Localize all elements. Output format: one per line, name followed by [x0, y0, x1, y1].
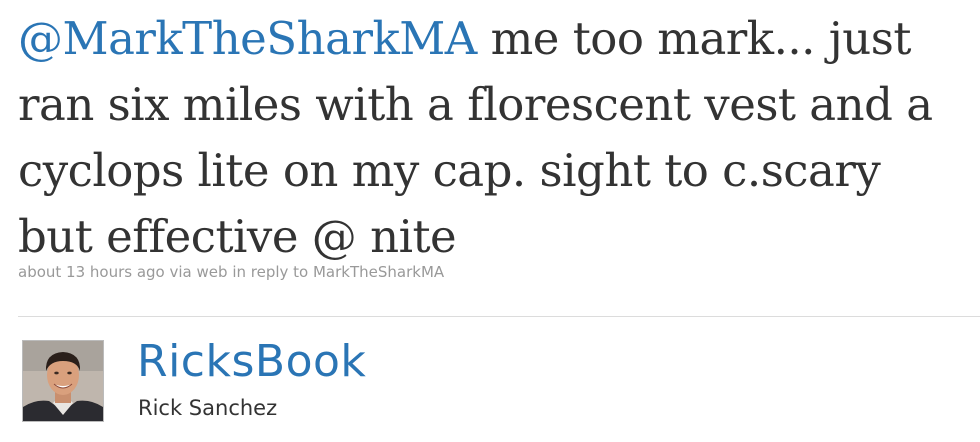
source-link[interactable]: web	[197, 263, 228, 281]
tweet-meta: about 13 hours ago via web in reply to M…	[18, 263, 444, 281]
screen-name-link[interactable]: RicksBook	[137, 336, 366, 387]
profile-photo-icon	[23, 341, 103, 421]
divider	[18, 316, 980, 317]
full-name: Rick Sanchez	[138, 396, 278, 420]
via-label: via	[164, 263, 197, 281]
reply-to-link[interactable]: MarkTheSharkMA	[313, 263, 444, 281]
tweet-text: @MarkTheSharkMA me too mark... just ran …	[18, 0, 938, 270]
reply-label: in reply to	[227, 263, 313, 281]
avatar[interactable]	[22, 340, 104, 422]
tweet: @MarkTheSharkMA me too mark... just ran …	[18, 0, 968, 281]
author-block: RicksBook Rick Sanchez	[22, 336, 622, 430]
mention-link[interactable]: @MarkTheSharkMA	[18, 12, 477, 65]
timestamp-link[interactable]: about 13 hours ago	[18, 263, 165, 281]
